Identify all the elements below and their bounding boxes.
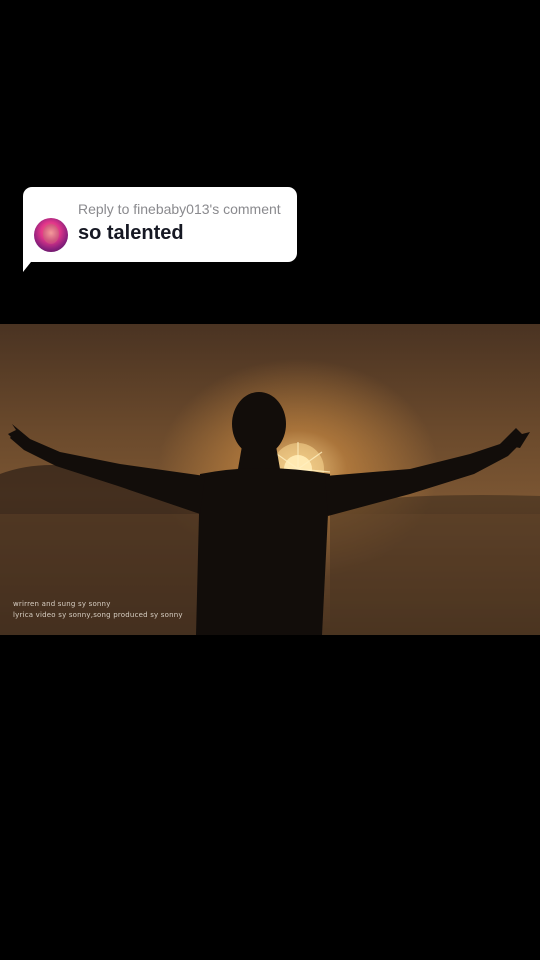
video-credit-line-1: wrirren and sung sy sonny (13, 600, 111, 608)
video-frame[interactable]: wrirren and sung sy sonny lyrica video s… (0, 324, 540, 635)
video-credit-line-2: lyrica video sy sonny,song produced sy s… (13, 611, 183, 619)
reply-comment-text: so talented (78, 222, 184, 244)
commenter-avatar[interactable] (34, 218, 68, 252)
video-credits: wrirren and sung sy sonny lyrica video s… (13, 599, 183, 621)
reply-to-label: Reply to finebaby013's comment (78, 201, 281, 217)
sunset-silhouette-image (0, 392, 540, 635)
reply-bubble-tail (23, 252, 39, 272)
